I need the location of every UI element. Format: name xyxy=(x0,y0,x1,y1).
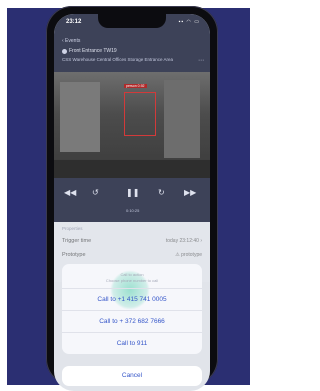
phone-frame: 23:12 ▪▪ ◠ ▭ ‹ Events Front Entrance TW1… xyxy=(46,6,218,391)
pause-icon[interactable]: ❚❚ xyxy=(126,188,139,197)
call-option-2[interactable]: Call to + 372 682 7666 xyxy=(62,310,202,333)
replay-icon[interactable]: ↺ xyxy=(92,188,99,197)
cancel-button[interactable]: Cancel xyxy=(62,366,202,386)
phone-screen: 23:12 ▪▪ ◠ ▭ ‹ Events Front Entrance TW1… xyxy=(54,14,210,391)
playback-controls: ◀◀ ↺ ❚❚ ↻ ▶▶ 0:10:25 xyxy=(54,178,210,222)
call-action-sheet: Call to action Choose phone number to ca… xyxy=(62,264,202,354)
video-player[interactable]: person 0.92 xyxy=(54,72,210,178)
status-time: 23:12 xyxy=(66,19,82,25)
rewind-icon[interactable]: ◀◀ xyxy=(64,188,76,197)
shelf-shape xyxy=(60,82,100,152)
signal-wifi-battery-icon: ▪▪ ◠ ▭ xyxy=(178,19,200,25)
playback-time: 0:10:25 xyxy=(126,208,140,213)
more-options-icon[interactable]: ⋯ xyxy=(198,57,204,64)
fast-forward-icon[interactable]: ▶▶ xyxy=(184,188,196,197)
call-option-1[interactable]: Call to +1 415 741 0005 xyxy=(62,288,202,311)
camera-icon xyxy=(62,48,67,54)
detection-box xyxy=(124,92,156,136)
sheet-subtitle: Choose phone number to call xyxy=(105,278,159,283)
shelf-shape xyxy=(164,80,200,158)
detection-label: person 0.92 xyxy=(124,84,147,88)
camera-name: Front Entrance TW19 xyxy=(69,48,117,54)
phone-notch xyxy=(98,14,166,28)
camera-location: CSS Warehouse Central Offices Storage En… xyxy=(62,57,174,62)
sheet-title: Call to action xyxy=(120,272,144,277)
forward-icon[interactable]: ↻ xyxy=(158,188,165,197)
camera-row: Front Entrance TW19 xyxy=(62,48,117,54)
event-header: ‹ Events Front Entrance TW19 CSS Warehou… xyxy=(54,34,210,72)
back-button[interactable]: ‹ Events xyxy=(62,38,80,44)
call-option-3[interactable]: Call to 911 xyxy=(62,332,202,354)
floor-shape xyxy=(54,160,210,178)
